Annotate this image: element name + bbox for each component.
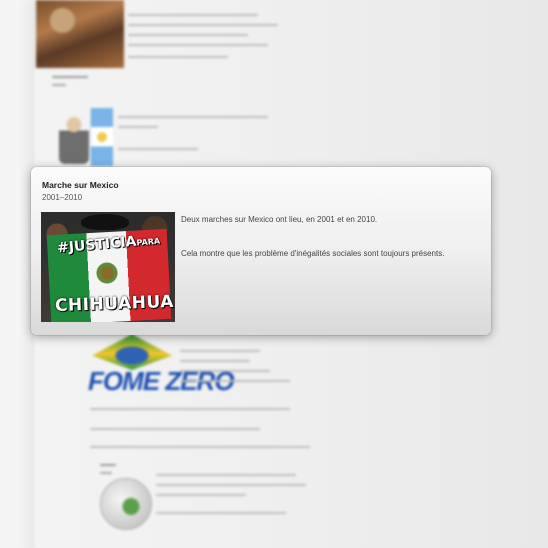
text-line [118,116,268,118]
popup-paragraph: Deux marches sur Mexico ont lieu, en 200… [181,215,378,224]
globe-thumbnail[interactable] [100,478,152,530]
text-line [156,512,286,514]
argentina-thumbnail[interactable] [57,108,113,166]
text-line [118,148,198,150]
text-line [90,408,290,410]
popup-paragraph: Cela montre que les problème d'inégalité… [181,249,445,258]
protest-photo[interactable]: #JUSTICIAPARA CHIHUAHUA [41,212,175,322]
entry-date-placeholder [100,472,112,474]
text-line [90,428,260,430]
text-line [90,446,310,448]
fome-zero-logo[interactable]: FOME ZERO [86,330,235,404]
text-line [180,380,290,382]
person-figure [59,116,89,164]
sign-para: PARA [136,236,161,248]
text-line [128,34,248,36]
text-line [156,484,306,486]
street-thumbnail[interactable] [36,0,124,68]
popup-date: 2001–2010 [42,193,83,202]
popup-title: Marche sur Mexico [42,180,119,190]
event-popup-card[interactable]: Marche sur Mexico 2001–2010 #JUSTICIAPAR… [31,167,491,335]
sombrero-shape [81,214,129,230]
text-line [156,494,246,496]
brazil-flag-logo [92,334,172,370]
flag-emblem [96,262,118,284]
text-line [156,474,296,476]
entry-title-placeholder [52,76,88,78]
entry-date-placeholder [52,84,66,86]
text-line [180,370,270,372]
sign-text-bottom: CHIHUAHUA [54,291,175,317]
text-line [180,360,250,362]
text-line [128,24,278,26]
text-line [128,14,258,16]
text-line [128,44,268,46]
sun-emblem [97,132,107,142]
text-line [118,126,158,128]
text-line [180,350,260,352]
entry-title-placeholder [100,464,116,466]
text-line [128,56,228,58]
